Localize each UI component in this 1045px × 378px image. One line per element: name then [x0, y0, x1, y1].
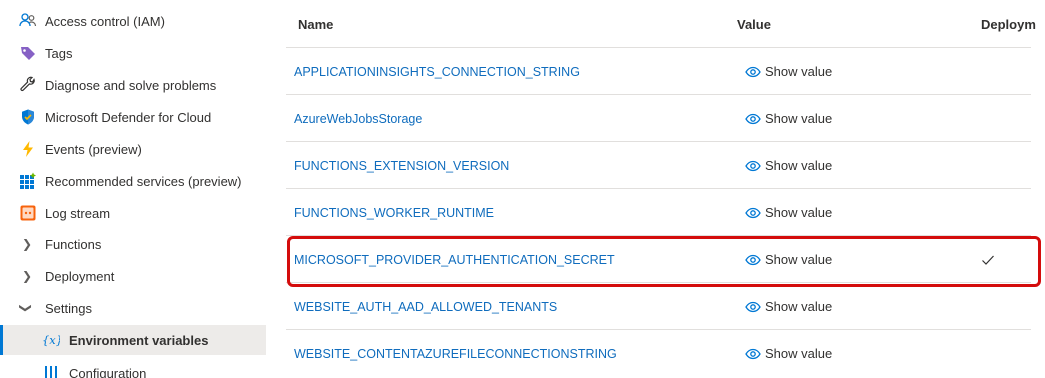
- sidebar-item-label: Environment variables: [69, 332, 209, 348]
- sidebar-item-label: Deployment: [45, 268, 115, 284]
- grid-icon: [19, 172, 37, 190]
- column-header-value[interactable]: Value: [737, 17, 771, 32]
- variable-icon: {x}: [42, 331, 60, 349]
- sidebar-item-label: Configuration: [69, 365, 147, 378]
- show-value-label: Show value: [765, 111, 833, 126]
- show-value-label: Show value: [765, 64, 833, 79]
- sidebar-item-deployment[interactable]: ❯ Deployment: [0, 261, 266, 291]
- sidebar-item-log-stream[interactable]: Log stream: [0, 198, 266, 228]
- variable-name-link[interactable]: WEBSITE_CONTENTAZUREFILECONNECTIONSTRING: [294, 330, 617, 377]
- eye-icon: [745, 113, 761, 124]
- sidebar-item-label: Diagnose and solve problems: [45, 77, 217, 93]
- show-value-button[interactable]: Show value: [745, 330, 832, 377]
- show-value-label: Show value: [765, 299, 833, 314]
- sidebar-item-access-control[interactable]: Access control (IAM): [0, 6, 266, 36]
- eye-icon: [745, 301, 761, 312]
- wrench-icon: [19, 76, 37, 94]
- column-header-name[interactable]: Name: [298, 17, 333, 32]
- show-value-button[interactable]: Show value: [745, 283, 832, 330]
- show-value-label: Show value: [765, 252, 833, 267]
- variable-name-link[interactable]: FUNCTIONS_EXTENSION_VERSION: [294, 142, 509, 189]
- chevron-right-icon: ❯: [22, 237, 33, 251]
- sidebar-item-functions[interactable]: ❯ Functions: [0, 229, 266, 259]
- variable-name-link[interactable]: AzureWebJobsStorage: [294, 95, 422, 142]
- tag-icon: [19, 44, 37, 62]
- svg-text:{x}: {x}: [42, 333, 60, 347]
- sidebar-item-recommended-services[interactable]: Recommended services (preview): [0, 166, 266, 196]
- sidebar-item-label: Tags: [45, 45, 73, 61]
- show-value-label: Show value: [765, 346, 833, 361]
- sidebar-item-diagnose[interactable]: Diagnose and solve problems: [0, 70, 266, 100]
- sidebar-item-events[interactable]: Events (preview): [0, 134, 266, 164]
- sidebar-item-label: Access control (IAM): [45, 13, 165, 29]
- table-row[interactable]: WEBSITE_AUTH_AAD_ALLOWED_TENANTS Show val…: [286, 282, 1031, 329]
- sidebar-item-environment-variables[interactable]: {x} Environment variables: [0, 325, 266, 355]
- sidebar-item-label: Events (preview): [45, 141, 142, 157]
- sidebar-item-settings[interactable]: ❯ Settings: [0, 293, 266, 323]
- sidebar-item-label: Functions: [45, 236, 102, 252]
- lightning-icon: [19, 140, 37, 158]
- sidebar-item-defender[interactable]: Microsoft Defender for Cloud: [0, 102, 266, 132]
- show-value-label: Show value: [765, 205, 833, 220]
- variable-name-link[interactable]: FUNCTIONS_WORKER_RUNTIME: [294, 189, 494, 236]
- chevron-down-icon: ❯: [19, 302, 34, 314]
- sidebar-item-tags[interactable]: Tags: [0, 38, 266, 68]
- sidebar-nav: Access control (IAM) Tags Diagnose and s…: [0, 0, 268, 378]
- sidebar-item-label: Settings: [45, 300, 92, 316]
- table-row[interactable]: WEBSITE_CONTENTAZUREFILECONNECTIONSTRING…: [286, 329, 1031, 376]
- shield-icon: [19, 108, 37, 126]
- show-value-button[interactable]: Show value: [745, 48, 832, 95]
- sidebar-item-label: Log stream: [45, 205, 111, 221]
- log-stream-icon: [19, 204, 37, 222]
- show-value-button[interactable]: Show value: [745, 189, 832, 236]
- show-value-button[interactable]: Show value: [745, 142, 832, 189]
- eye-icon: [745, 160, 761, 171]
- sidebar-item-label: Recommended services (preview): [45, 173, 242, 189]
- configuration-icon: [42, 364, 60, 378]
- sidebar-item-configuration[interactable]: Configuration: [0, 358, 266, 378]
- table-row[interactable]: FUNCTIONS_EXTENSION_VERSION Show value: [286, 141, 1031, 188]
- show-value-label: Show value: [765, 158, 833, 173]
- table-row[interactable]: AzureWebJobsStorage Show value: [286, 94, 1031, 141]
- sidebar-item-label: Microsoft Defender for Cloud: [45, 109, 212, 125]
- eye-icon: [745, 207, 761, 218]
- checkmark-icon: [981, 236, 995, 283]
- eye-icon: [745, 254, 761, 265]
- table-row[interactable]: MICROSOFT_PROVIDER_AUTHENTICATION_SECRET…: [286, 235, 1031, 282]
- variable-name-link[interactable]: WEBSITE_AUTH_AAD_ALLOWED_TENANTS: [294, 283, 557, 330]
- variable-name-link[interactable]: APPLICATIONINSIGHTS_CONNECTION_STRING: [294, 48, 580, 95]
- show-value-button[interactable]: Show value: [745, 95, 832, 142]
- column-header-deployment-slot[interactable]: Deploym: [981, 17, 1036, 32]
- variable-name-link[interactable]: MICROSOFT_PROVIDER_AUTHENTICATION_SECRET: [294, 236, 615, 283]
- table-row[interactable]: APPLICATIONINSIGHTS_CONNECTION_STRING Sho…: [286, 47, 1031, 94]
- chevron-right-icon: ❯: [22, 269, 33, 283]
- environment-variables-table: Name Value Deploym APPLICATIONINSIGHTS_C…: [286, 0, 1036, 378]
- people-icon: [19, 12, 37, 30]
- table-row[interactable]: FUNCTIONS_WORKER_RUNTIME Show value: [286, 188, 1031, 235]
- eye-icon: [745, 66, 761, 77]
- show-value-button[interactable]: Show value: [745, 236, 832, 283]
- eye-icon: [745, 348, 761, 359]
